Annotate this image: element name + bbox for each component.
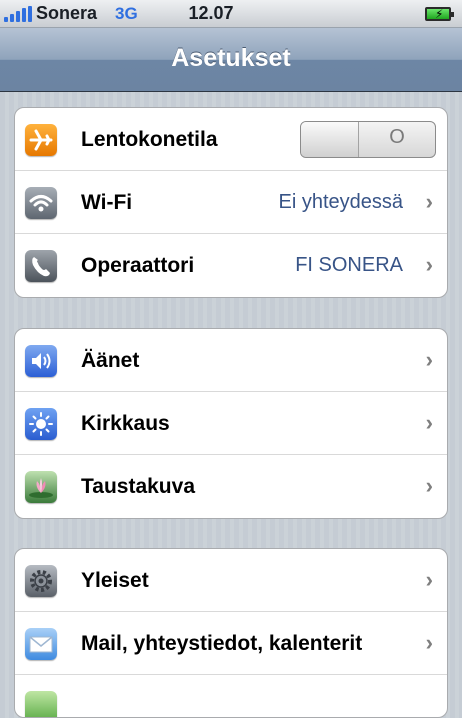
wifi-label: Wi-Fi (81, 191, 133, 214)
wallpaper-icon (25, 471, 57, 503)
chevron-right-icon: › (425, 410, 433, 435)
mail-contacts-calendars-label: Mail, yhteystiedot, kalenterit (81, 632, 363, 655)
chevron-right-icon: › (425, 252, 433, 277)
speaker-icon (25, 345, 57, 377)
chevron-right-icon: › (425, 347, 433, 372)
settings-row-carrier[interactable]: Operaattori FI SONERA › (15, 234, 447, 297)
airplane-icon (25, 124, 57, 156)
wallpaper-label: Taustakuva (81, 475, 195, 498)
brightness-icon (25, 408, 57, 440)
battery-icon: ⚡ (425, 7, 454, 21)
chevron-right-icon: › (425, 473, 433, 498)
navigation-bar: Asetukset (0, 28, 462, 92)
chevron-right-icon: › (425, 630, 433, 655)
settings-row-wallpaper[interactable]: Taustakuva › (15, 455, 447, 518)
gear-icon (25, 565, 57, 597)
app-icon (25, 691, 57, 717)
chevron-right-icon: › (425, 567, 433, 592)
settings-row-airplane-mode[interactable]: Lentokonetila O (15, 108, 447, 171)
carrier-value: FI SONERA (295, 254, 403, 276)
phone-icon (25, 250, 57, 282)
settings-group-display: Äänet › Kirkkaus › Taustakuva › (14, 328, 448, 519)
settings-row-wifi[interactable]: Wi-Fi Ei yhteydessä › (15, 171, 447, 234)
wifi-icon (25, 187, 57, 219)
page-title: Asetukset (171, 44, 291, 72)
toggle-off-label: O (389, 126, 405, 148)
status-time: 12.07 (188, 3, 234, 23)
settings-row-mail-contacts-calendars[interactable]: Mail, yhteystiedot, kalenterit › (15, 612, 447, 675)
sounds-label: Äänet (81, 349, 140, 372)
settings-group-general: Yleiset › Mail, yhteystiedot, kalenterit… (14, 548, 448, 718)
wifi-status-value: Ei yhteydessä (278, 191, 403, 213)
carrier-label: Operaattori (81, 254, 195, 277)
settings-row-sounds[interactable]: Äänet › (15, 329, 447, 392)
settings-group-connectivity: Lentokonetila O Wi-Fi Ei yhteydessä › Op… (14, 107, 448, 298)
toggle-knob (301, 122, 359, 157)
settings-row-partial[interactable] (15, 675, 447, 717)
settings-row-brightness[interactable]: Kirkkaus › (15, 392, 447, 455)
chevron-right-icon: › (425, 189, 433, 214)
general-label: Yleiset (81, 569, 149, 592)
airplane-mode-label: Lentokonetila (81, 128, 218, 151)
airplane-mode-toggle[interactable]: O (300, 121, 436, 158)
mail-icon (25, 628, 57, 660)
status-bar: Sonera 3G 12.07 ⚡ (0, 0, 462, 28)
brightness-label: Kirkkaus (81, 412, 170, 435)
settings-row-general[interactable]: Yleiset › (15, 549, 447, 612)
